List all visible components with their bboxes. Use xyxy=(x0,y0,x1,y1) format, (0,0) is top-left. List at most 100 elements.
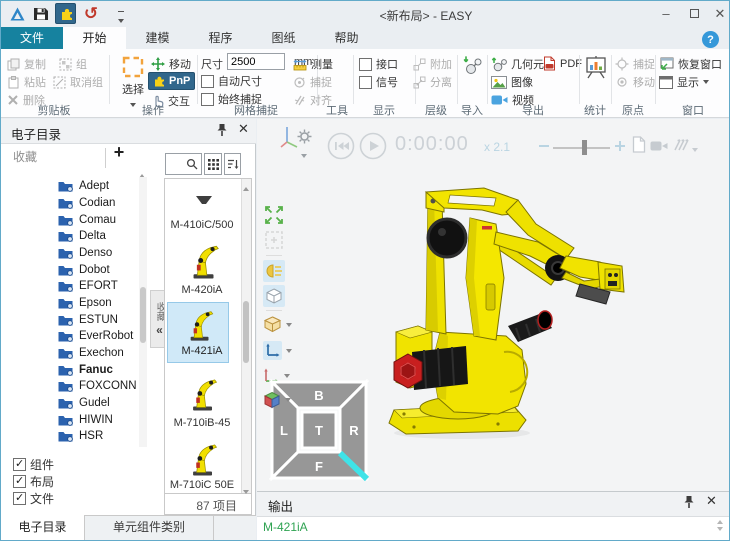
snap-button[interactable]: 捕捉 xyxy=(293,74,332,90)
rewind-button[interactable] xyxy=(327,132,355,160)
lighting-button[interactable] xyxy=(263,260,285,282)
copy-button[interactable]: 复制 xyxy=(7,56,46,72)
tree-item-delta[interactable]: Delta xyxy=(58,228,106,244)
tree-item-comau[interactable]: Comau xyxy=(58,212,116,228)
chevron-down-icon[interactable] xyxy=(692,143,698,155)
record-video-button[interactable] xyxy=(650,140,668,152)
select-button[interactable]: 选择 xyxy=(113,53,153,105)
filter-files-checkbox[interactable]: 文件 xyxy=(13,490,54,507)
tab-drawing[interactable]: 图纸 xyxy=(252,27,315,49)
tab-program[interactable]: 程序 xyxy=(189,27,252,49)
tree-item-efort[interactable]: EFORT xyxy=(58,278,118,294)
filter-components-checkbox[interactable]: 组件 xyxy=(13,456,54,473)
qat-customize-button[interactable] xyxy=(118,11,124,26)
save-button[interactable] xyxy=(30,3,52,25)
tab-home[interactable]: 开始 xyxy=(63,27,126,49)
minimize-button[interactable]: – xyxy=(653,1,679,26)
pnp-button[interactable]: PnP xyxy=(148,72,195,90)
display-menu-button[interactable]: 显示 xyxy=(659,74,709,90)
list-scrollbar-thumb[interactable] xyxy=(243,301,249,363)
tab-file[interactable]: 文件 xyxy=(1,27,63,49)
origin-move-button[interactable]: 移动 xyxy=(615,74,655,90)
fit-view-button[interactable] xyxy=(263,204,285,226)
statistics-button[interactable] xyxy=(585,54,607,80)
item-thumbnail[interactable] xyxy=(185,239,223,281)
chevron-down-icon[interactable] xyxy=(301,149,307,161)
tree-item-hiwin[interactable]: HIWIN xyxy=(58,412,113,428)
catalog-search-input[interactable] xyxy=(165,153,202,175)
measure-button[interactable]: 测量 xyxy=(293,56,333,72)
tree-item-exechon[interactable]: Exechon xyxy=(58,345,124,361)
fit-selected-button[interactable] xyxy=(263,229,285,251)
tree-item-everrobot[interactable]: EverRobot xyxy=(58,328,133,344)
group-button[interactable]: 组 xyxy=(59,56,87,72)
selected-item-label[interactable]: M-421iA xyxy=(164,345,240,357)
item-thumbnail[interactable] xyxy=(183,304,217,344)
close-button[interactable]: ✕ xyxy=(707,1,730,26)
tree-item-codian[interactable]: Codian xyxy=(58,195,115,211)
tree-item-fanuc[interactable]: Fanuc xyxy=(58,362,113,378)
restore-window-button[interactable]: 恢复窗口 xyxy=(659,56,722,72)
pnp-quick-button[interactable] xyxy=(55,3,76,24)
move-button[interactable]: 移动 xyxy=(151,56,191,72)
paste-button[interactable]: 粘贴 xyxy=(7,74,46,90)
export-image-button[interactable]: 图像 xyxy=(491,74,533,90)
import-button[interactable] xyxy=(462,55,484,77)
grid-view-button[interactable] xyxy=(204,153,222,175)
auto-size-checkbox[interactable]: 自动尺寸 xyxy=(201,73,262,89)
export-geometry-button[interactable]: 几何元 xyxy=(491,56,544,72)
play-button[interactable] xyxy=(359,132,387,160)
origin-snap-button[interactable]: 捕捉 xyxy=(615,56,655,72)
tree-item-gudel[interactable]: Gudel xyxy=(58,395,110,411)
item-thumbnail-partial[interactable] xyxy=(195,195,213,205)
add-favorite-button[interactable]: + xyxy=(110,142,128,163)
sort-button[interactable] xyxy=(224,153,241,175)
orientation-cube-button[interactable] xyxy=(263,391,291,409)
maximize-button[interactable] xyxy=(681,1,707,26)
shading-mode-button[interactable] xyxy=(263,285,285,307)
close-panel-button[interactable]: ✕ xyxy=(238,121,249,137)
tab-cell-component-category[interactable]: 单元组件类别 xyxy=(85,515,214,541)
grid-size-input[interactable] xyxy=(227,53,285,70)
tab-help[interactable]: 帮助 xyxy=(315,27,378,49)
ungroup-button[interactable]: 取消组 xyxy=(53,74,103,90)
help-button[interactable]: ? xyxy=(702,31,719,48)
speed-decrease-icon[interactable] xyxy=(539,144,549,148)
interface-checkbox[interactable]: 接口 xyxy=(359,56,398,72)
list-item-label[interactable]: M-420iA xyxy=(164,284,240,296)
tab-ecatalog[interactable]: 电子目录 xyxy=(1,515,85,541)
tree-item-denso[interactable]: Denso xyxy=(58,245,112,261)
move-mode-button[interactable] xyxy=(263,341,292,360)
attach-button[interactable]: 附加 xyxy=(413,56,452,72)
frame-type-button[interactable] xyxy=(263,315,292,334)
item-thumbnail[interactable] xyxy=(185,437,221,479)
list-scroll-up[interactable] xyxy=(243,182,249,194)
tree-scrollbar-thumb[interactable] xyxy=(140,287,146,343)
undo-button[interactable]: ↺ xyxy=(80,3,102,25)
export-pdf-button[interactable]: PDF xyxy=(543,56,582,71)
tab-modeling[interactable]: 建模 xyxy=(126,27,189,49)
list-item-label[interactable]: M-410iC/500 xyxy=(164,219,240,231)
list-item-label[interactable]: M-710iB-45 xyxy=(164,417,240,429)
tree-item-epson[interactable]: Epson xyxy=(58,295,112,311)
trace-button[interactable] xyxy=(672,136,689,152)
speed-increase-icon[interactable] xyxy=(615,141,625,151)
output-scroll-buttons[interactable] xyxy=(717,520,723,531)
attach-icon xyxy=(413,58,426,71)
simulation-settings-button[interactable] xyxy=(297,129,312,144)
pin-output-button[interactable] xyxy=(683,495,695,510)
record-pdf-button[interactable] xyxy=(632,136,646,153)
tree-item-foxconn[interactable]: FOXCONN xyxy=(58,378,137,394)
tree-item-estun[interactable]: ESTUN xyxy=(58,312,118,328)
filter-layout-checkbox[interactable]: 布局 xyxy=(13,473,54,490)
signal-checkbox[interactable]: 信号 xyxy=(359,74,398,90)
tree-item-dobot[interactable]: Dobot xyxy=(58,262,110,278)
item-thumbnail[interactable] xyxy=(185,371,221,415)
tree-item-adept[interactable]: Adept xyxy=(58,178,109,194)
list-item-label[interactable]: M-710iC 50E xyxy=(164,479,240,491)
pin-panel-button[interactable] xyxy=(216,123,228,138)
tree-item-hsr[interactable]: HSR xyxy=(58,428,103,444)
speed-slider-handle[interactable] xyxy=(582,140,587,155)
close-output-button[interactable]: ✕ xyxy=(706,493,717,509)
detach-button[interactable]: 分离 xyxy=(413,74,452,90)
